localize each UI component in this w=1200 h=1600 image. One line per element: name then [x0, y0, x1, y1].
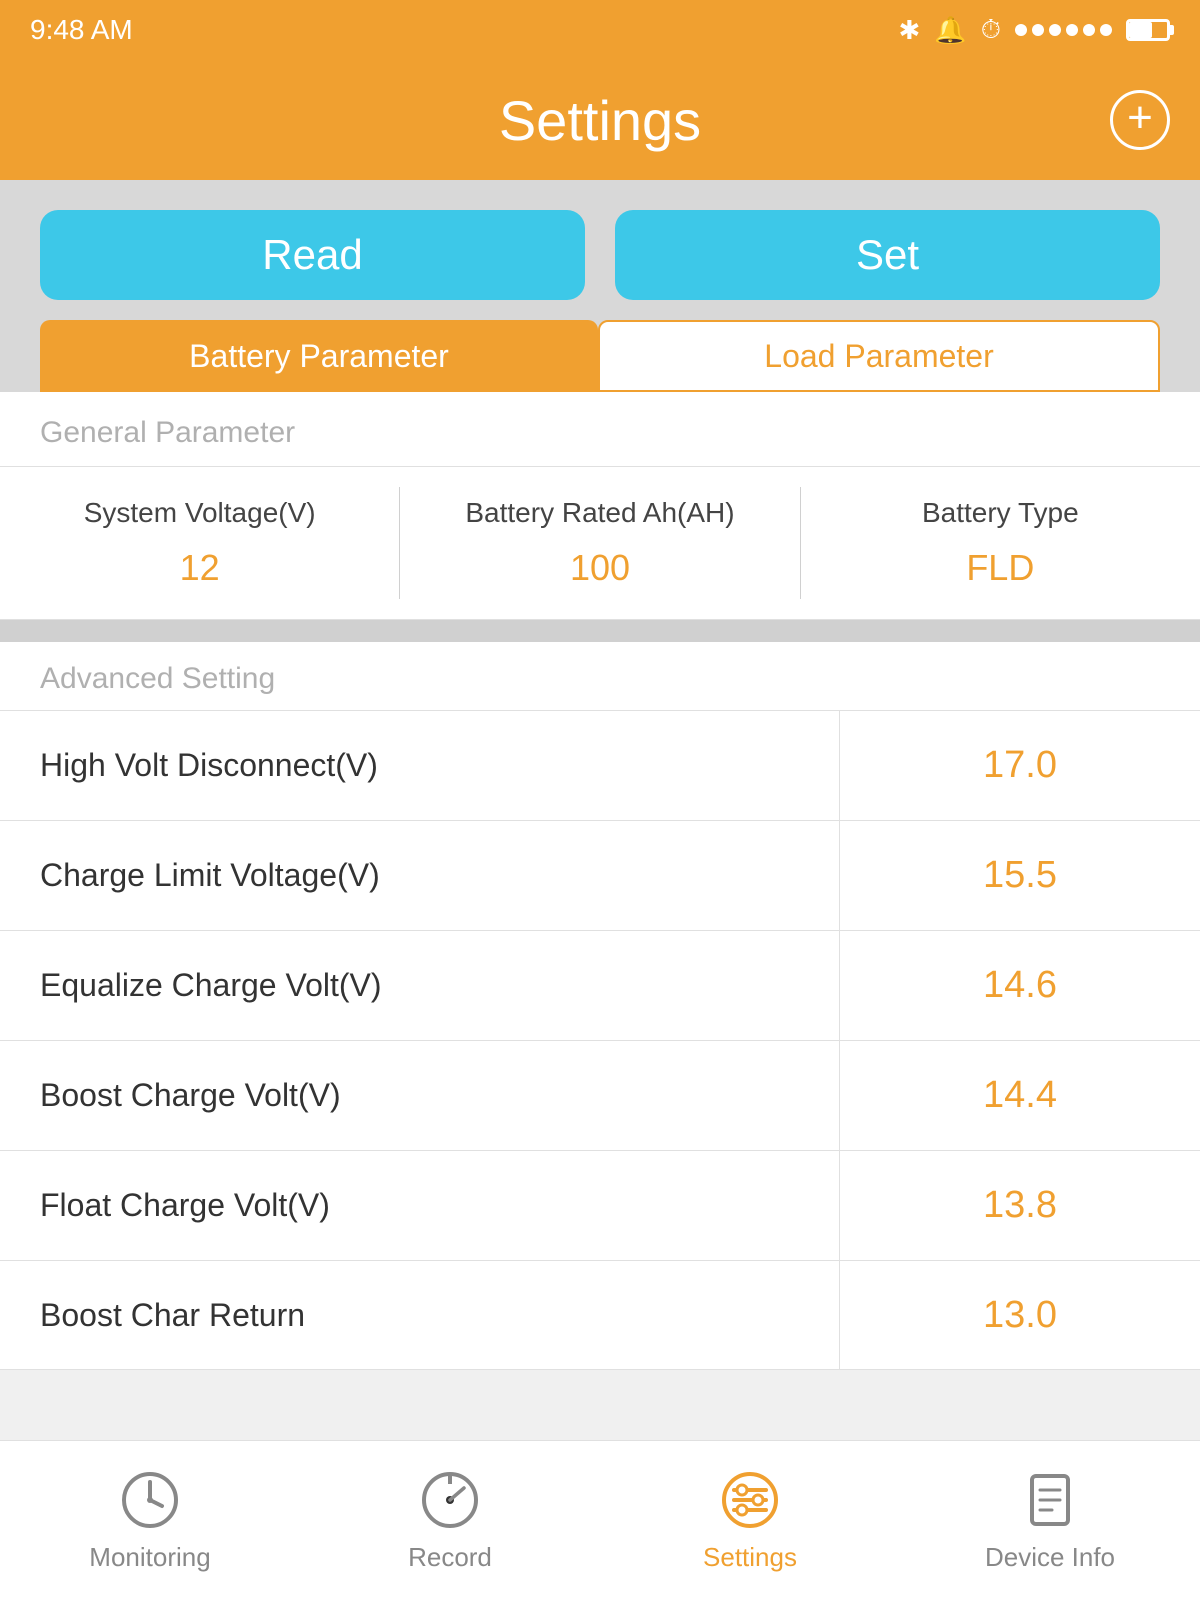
general-param-row: System Voltage(V) 12 Battery Rated Ah(AH…	[0, 466, 1200, 620]
add-icon: +	[1127, 96, 1153, 140]
device-info-icon	[1018, 1468, 1082, 1532]
set-button[interactable]: Set	[615, 210, 1160, 300]
alarm-icon: ⏱	[981, 14, 1001, 46]
status-bar: 9:48 AM ✱ 🔔 ⏱	[0, 0, 1200, 60]
row-value-high-volt[interactable]: 17.0	[840, 711, 1200, 820]
row-label-float: Float Charge Volt(V)	[0, 1151, 840, 1260]
main-content: General Parameter System Voltage(V) 12 B…	[0, 392, 1200, 1370]
table-row: Charge Limit Voltage(V) 15.5	[0, 820, 1200, 930]
record-icon	[418, 1468, 482, 1532]
param-value-voltage[interactable]: 12	[180, 547, 220, 589]
row-label-high-volt: High Volt Disconnect(V)	[0, 711, 840, 820]
advanced-setting-label: Advanced Setting	[0, 642, 1200, 710]
tab-load-param[interactable]: Load Parameter	[598, 320, 1160, 392]
row-value-float[interactable]: 13.8	[840, 1151, 1200, 1260]
tab-battery-param[interactable]: Battery Parameter	[40, 320, 598, 392]
general-param-label: General Parameter	[0, 392, 1200, 466]
row-label-equalize: Equalize Charge Volt(V)	[0, 931, 840, 1040]
status-icons: ✱ 🔔 ⏱	[899, 14, 1170, 46]
row-label-boost-return: Boost Char Return	[0, 1261, 840, 1369]
table-row: Float Charge Volt(V) 13.8	[0, 1150, 1200, 1260]
read-button[interactable]: Read	[40, 210, 585, 300]
signal-dots	[1015, 24, 1112, 36]
battery-icon	[1126, 19, 1170, 41]
param-label-ah: Battery Rated Ah(AH)	[465, 497, 734, 529]
nav-label-device-info: Device Info	[985, 1542, 1115, 1573]
param-col-ah: Battery Rated Ah(AH) 100	[400, 487, 800, 599]
param-col-voltage: System Voltage(V) 12	[0, 487, 400, 599]
nav-item-settings[interactable]: Settings	[600, 1441, 900, 1600]
nav-label-monitoring: Monitoring	[89, 1542, 210, 1573]
bottom-nav: Monitoring Record Setting	[0, 1440, 1200, 1600]
row-value-charge-limit[interactable]: 15.5	[840, 821, 1200, 930]
advanced-settings-table: High Volt Disconnect(V) 17.0 Charge Limi…	[0, 710, 1200, 1370]
param-label-type: Battery Type	[922, 497, 1079, 529]
row-label-charge-limit: Charge Limit Voltage(V)	[0, 821, 840, 930]
mute-icon: 🔔	[934, 15, 966, 46]
param-label-voltage: System Voltage(V)	[84, 497, 316, 529]
param-value-ah[interactable]: 100	[570, 547, 630, 589]
param-value-type[interactable]: FLD	[966, 547, 1034, 589]
page-title: Settings	[499, 88, 701, 153]
row-label-boost: Boost Charge Volt(V)	[0, 1041, 840, 1150]
nav-item-record[interactable]: Record	[300, 1441, 600, 1600]
table-row: Boost Char Return 13.0	[0, 1260, 1200, 1370]
section-divider	[0, 620, 1200, 642]
param-col-type: Battery Type FLD	[801, 487, 1200, 599]
row-value-boost-return[interactable]: 13.0	[840, 1261, 1200, 1369]
add-button[interactable]: +	[1110, 90, 1170, 150]
row-value-equalize[interactable]: 14.6	[840, 931, 1200, 1040]
table-row: High Volt Disconnect(V) 17.0	[0, 710, 1200, 820]
nav-label-record: Record	[408, 1542, 492, 1573]
nav-item-device-info[interactable]: Device Info	[900, 1441, 1200, 1600]
table-row: Boost Charge Volt(V) 14.4	[0, 1040, 1200, 1150]
table-row: Equalize Charge Volt(V) 14.6	[0, 930, 1200, 1040]
settings-icon	[718, 1468, 782, 1532]
header: Settings +	[0, 60, 1200, 180]
bluetooth-icon: ✱	[899, 15, 921, 46]
nav-item-monitoring[interactable]: Monitoring	[0, 1441, 300, 1600]
row-value-boost[interactable]: 14.4	[840, 1041, 1200, 1150]
monitoring-icon	[118, 1468, 182, 1532]
tab-selector: Battery Parameter Load Parameter	[0, 300, 1200, 392]
action-buttons-container: Read Set	[0, 180, 1200, 300]
status-time: 9:48 AM	[30, 14, 133, 46]
nav-label-settings: Settings	[703, 1542, 797, 1573]
